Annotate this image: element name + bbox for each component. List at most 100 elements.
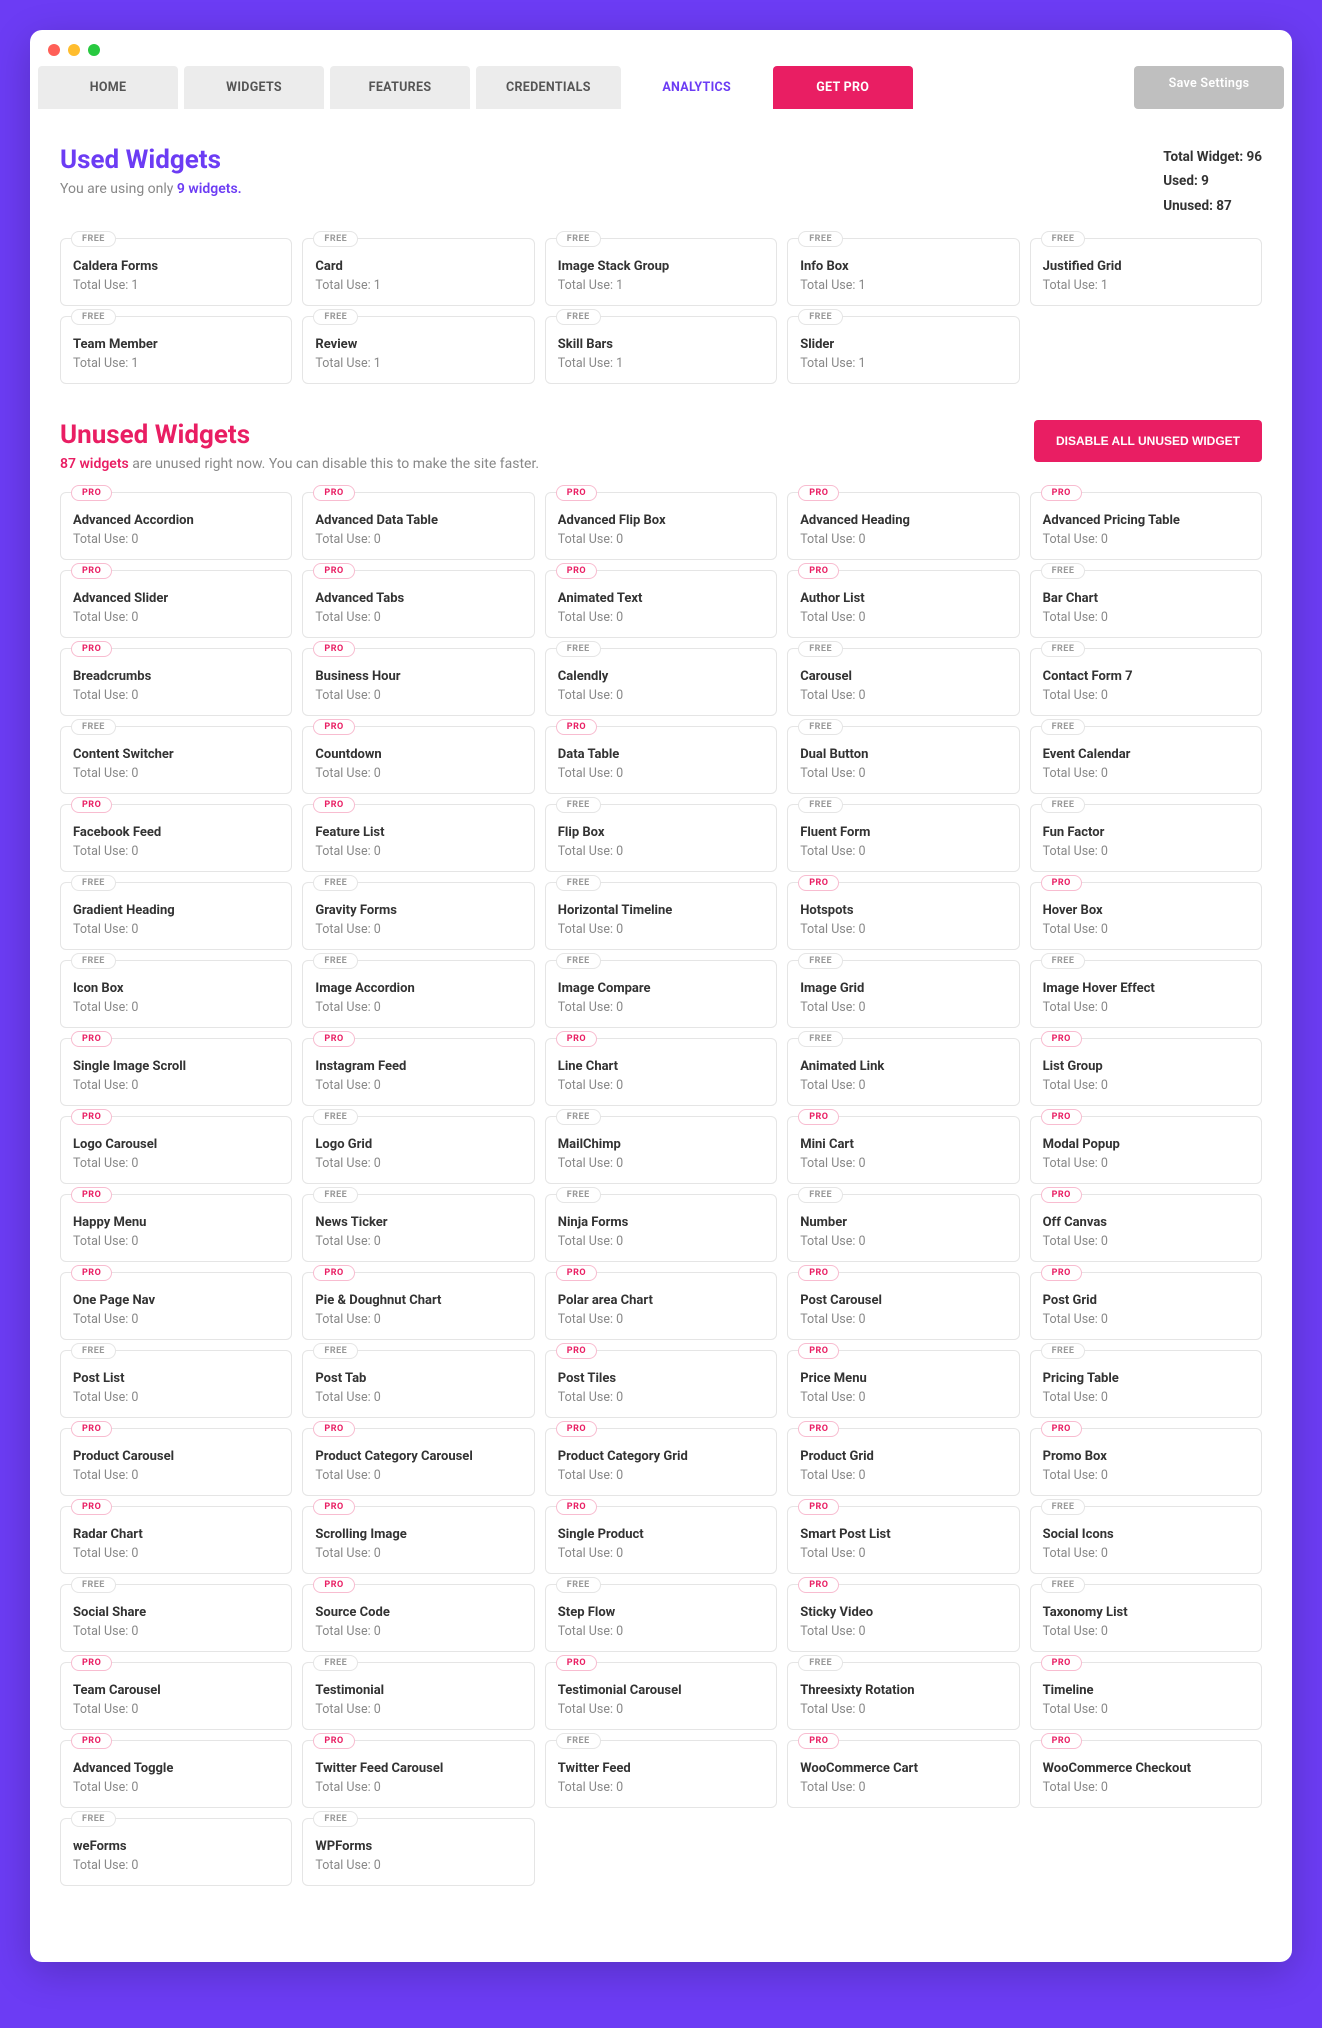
widget-card[interactable]: PROSingle Image ScrollTotal Use: 0: [60, 1038, 292, 1106]
widget-card[interactable]: FREEBar ChartTotal Use: 0: [1030, 570, 1262, 638]
widget-card[interactable]: PROAdvanced Data TableTotal Use: 0: [302, 492, 534, 560]
widget-card[interactable]: FREEweFormsTotal Use: 0: [60, 1818, 292, 1886]
widget-card[interactable]: PROWooCommerce CartTotal Use: 0: [787, 1740, 1019, 1808]
widget-card[interactable]: PROModal PopupTotal Use: 0: [1030, 1116, 1262, 1184]
widget-card[interactable]: FREEWPFormsTotal Use: 0: [302, 1818, 534, 1886]
widget-card[interactable]: PROFacebook FeedTotal Use: 0: [60, 804, 292, 872]
widget-card[interactable]: FREEMailChimpTotal Use: 0: [545, 1116, 777, 1184]
widget-card[interactable]: FREEPricing TableTotal Use: 0: [1030, 1350, 1262, 1418]
widget-card[interactable]: FREESocial ShareTotal Use: 0: [60, 1584, 292, 1652]
widget-card[interactable]: PROSource CodeTotal Use: 0: [302, 1584, 534, 1652]
widget-card[interactable]: PROAdvanced SliderTotal Use: 0: [60, 570, 292, 638]
widget-card[interactable]: PROTimelineTotal Use: 0: [1030, 1662, 1262, 1730]
widget-card[interactable]: PROHappy MenuTotal Use: 0: [60, 1194, 292, 1262]
widget-card[interactable]: FREEImage CompareTotal Use: 0: [545, 960, 777, 1028]
widget-card[interactable]: FREEStep FlowTotal Use: 0: [545, 1584, 777, 1652]
widget-card[interactable]: PROPost TilesTotal Use: 0: [545, 1350, 777, 1418]
widget-card[interactable]: PROPost CarouselTotal Use: 0: [787, 1272, 1019, 1340]
widget-card[interactable]: FREEThreesixty RotationTotal Use: 0: [787, 1662, 1019, 1730]
widget-card[interactable]: FREENinja FormsTotal Use: 0: [545, 1194, 777, 1262]
widget-card[interactable]: FREEFun FactorTotal Use: 0: [1030, 804, 1262, 872]
widget-card[interactable]: PROCountdownTotal Use: 0: [302, 726, 534, 794]
widget-card[interactable]: FREECarouselTotal Use: 0: [787, 648, 1019, 716]
tab-home[interactable]: HOME: [38, 66, 178, 109]
widget-card[interactable]: PROMini CartTotal Use: 0: [787, 1116, 1019, 1184]
maximize-dot[interactable]: [88, 44, 100, 56]
tab-credentials[interactable]: CREDENTIALS: [476, 66, 621, 109]
widget-card[interactable]: FREEContact Form 7Total Use: 0: [1030, 648, 1262, 716]
widget-card[interactable]: FREEGravity FormsTotal Use: 0: [302, 882, 534, 950]
tab-get-pro[interactable]: GET PRO: [773, 66, 913, 109]
widget-card[interactable]: PROOff CanvasTotal Use: 0: [1030, 1194, 1262, 1262]
widget-card[interactable]: PROInstagram FeedTotal Use: 0: [302, 1038, 534, 1106]
widget-card[interactable]: PROAuthor ListTotal Use: 0: [787, 570, 1019, 638]
widget-card[interactable]: PROBusiness HourTotal Use: 0: [302, 648, 534, 716]
widget-card[interactable]: FREEImage Stack GroupTotal Use: 1: [545, 238, 777, 306]
widget-card[interactable]: PROFeature ListTotal Use: 0: [302, 804, 534, 872]
widget-card[interactable]: PROBreadcrumbsTotal Use: 0: [60, 648, 292, 716]
widget-card[interactable]: FREELogo GridTotal Use: 0: [302, 1116, 534, 1184]
widget-card[interactable]: FREESliderTotal Use: 1: [787, 316, 1019, 384]
widget-card[interactable]: PROAdvanced TabsTotal Use: 0: [302, 570, 534, 638]
widget-card[interactable]: PROPost GridTotal Use: 0: [1030, 1272, 1262, 1340]
widget-card[interactable]: FREEAnimated LinkTotal Use: 0: [787, 1038, 1019, 1106]
widget-card[interactable]: PROSticky VideoTotal Use: 0: [787, 1584, 1019, 1652]
disable-all-button[interactable]: DISABLE ALL UNUSED WIDGET: [1034, 420, 1262, 462]
widget-card[interactable]: PROTeam CarouselTotal Use: 0: [60, 1662, 292, 1730]
widget-card[interactable]: FREEDual ButtonTotal Use: 0: [787, 726, 1019, 794]
widget-card[interactable]: PROAdvanced ToggleTotal Use: 0: [60, 1740, 292, 1808]
widget-card[interactable]: FREEFlip BoxTotal Use: 0: [545, 804, 777, 872]
widget-card[interactable]: FREEContent SwitcherTotal Use: 0: [60, 726, 292, 794]
widget-card[interactable]: PROHover BoxTotal Use: 0: [1030, 882, 1262, 950]
widget-card[interactable]: FREENumberTotal Use: 0: [787, 1194, 1019, 1262]
widget-card[interactable]: PROLogo CarouselTotal Use: 0: [60, 1116, 292, 1184]
widget-card[interactable]: PROPolar area ChartTotal Use: 0: [545, 1272, 777, 1340]
widget-card[interactable]: FREEIcon BoxTotal Use: 0: [60, 960, 292, 1028]
widget-card[interactable]: FREETeam MemberTotal Use: 1: [60, 316, 292, 384]
widget-card[interactable]: FREEImage GridTotal Use: 0: [787, 960, 1019, 1028]
widget-card[interactable]: FREEJustified GridTotal Use: 1: [1030, 238, 1262, 306]
minimize-dot[interactable]: [68, 44, 80, 56]
widget-card[interactable]: FREESocial IconsTotal Use: 0: [1030, 1506, 1262, 1574]
widget-card[interactable]: PROProduct GridTotal Use: 0: [787, 1428, 1019, 1496]
widget-card[interactable]: PROPromo BoxTotal Use: 0: [1030, 1428, 1262, 1496]
widget-card[interactable]: PROPrice MenuTotal Use: 0: [787, 1350, 1019, 1418]
widget-card[interactable]: FREEImage Hover EffectTotal Use: 0: [1030, 960, 1262, 1028]
widget-card[interactable]: PRORadar ChartTotal Use: 0: [60, 1506, 292, 1574]
tab-widgets[interactable]: WIDGETS: [184, 66, 324, 109]
widget-card[interactable]: PROProduct Category GridTotal Use: 0: [545, 1428, 777, 1496]
widget-card[interactable]: FREEReviewTotal Use: 1: [302, 316, 534, 384]
widget-card[interactable]: FREEPost ListTotal Use: 0: [60, 1350, 292, 1418]
widget-card[interactable]: FREECalendlyTotal Use: 0: [545, 648, 777, 716]
tab-analytics[interactable]: ANALYTICS: [627, 66, 767, 109]
widget-card[interactable]: PROOne Page NavTotal Use: 0: [60, 1272, 292, 1340]
widget-card[interactable]: FREECaldera FormsTotal Use: 1: [60, 238, 292, 306]
widget-card[interactable]: PROTwitter Feed CarouselTotal Use: 0: [302, 1740, 534, 1808]
widget-card[interactable]: PROWooCommerce CheckoutTotal Use: 0: [1030, 1740, 1262, 1808]
widget-card[interactable]: PROScrolling ImageTotal Use: 0: [302, 1506, 534, 1574]
widget-card[interactable]: PROAdvanced HeadingTotal Use: 0: [787, 492, 1019, 560]
widget-card[interactable]: PROSmart Post ListTotal Use: 0: [787, 1506, 1019, 1574]
widget-card[interactable]: PROSingle ProductTotal Use: 0: [545, 1506, 777, 1574]
widget-card[interactable]: PROLine ChartTotal Use: 0: [545, 1038, 777, 1106]
widget-card[interactable]: FREETaxonomy ListTotal Use: 0: [1030, 1584, 1262, 1652]
widget-card[interactable]: FREENews TickerTotal Use: 0: [302, 1194, 534, 1262]
widget-card[interactable]: FREEPost TabTotal Use: 0: [302, 1350, 534, 1418]
widget-card[interactable]: PROProduct Category CarouselTotal Use: 0: [302, 1428, 534, 1496]
widget-card[interactable]: PROList GroupTotal Use: 0: [1030, 1038, 1262, 1106]
widget-card[interactable]: FREEGradient HeadingTotal Use: 0: [60, 882, 292, 950]
widget-card[interactable]: FREESkill BarsTotal Use: 1: [545, 316, 777, 384]
widget-card[interactable]: FREEEvent CalendarTotal Use: 0: [1030, 726, 1262, 794]
widget-card[interactable]: FREEHorizontal TimelineTotal Use: 0: [545, 882, 777, 950]
widget-card[interactable]: PROAdvanced Pricing TableTotal Use: 0: [1030, 492, 1262, 560]
save-settings-button[interactable]: Save Settings: [1134, 66, 1284, 109]
widget-card[interactable]: FREETestimonialTotal Use: 0: [302, 1662, 534, 1730]
widget-card[interactable]: FREEImage AccordionTotal Use: 0: [302, 960, 534, 1028]
widget-card[interactable]: FREEFluent FormTotal Use: 0: [787, 804, 1019, 872]
widget-card[interactable]: FREETwitter FeedTotal Use: 0: [545, 1740, 777, 1808]
widget-card[interactable]: PROHotspotsTotal Use: 0: [787, 882, 1019, 950]
widget-card[interactable]: PROProduct CarouselTotal Use: 0: [60, 1428, 292, 1496]
tab-features[interactable]: FEATURES: [330, 66, 470, 109]
close-dot[interactable]: [48, 44, 60, 56]
widget-card[interactable]: PROAdvanced AccordionTotal Use: 0: [60, 492, 292, 560]
